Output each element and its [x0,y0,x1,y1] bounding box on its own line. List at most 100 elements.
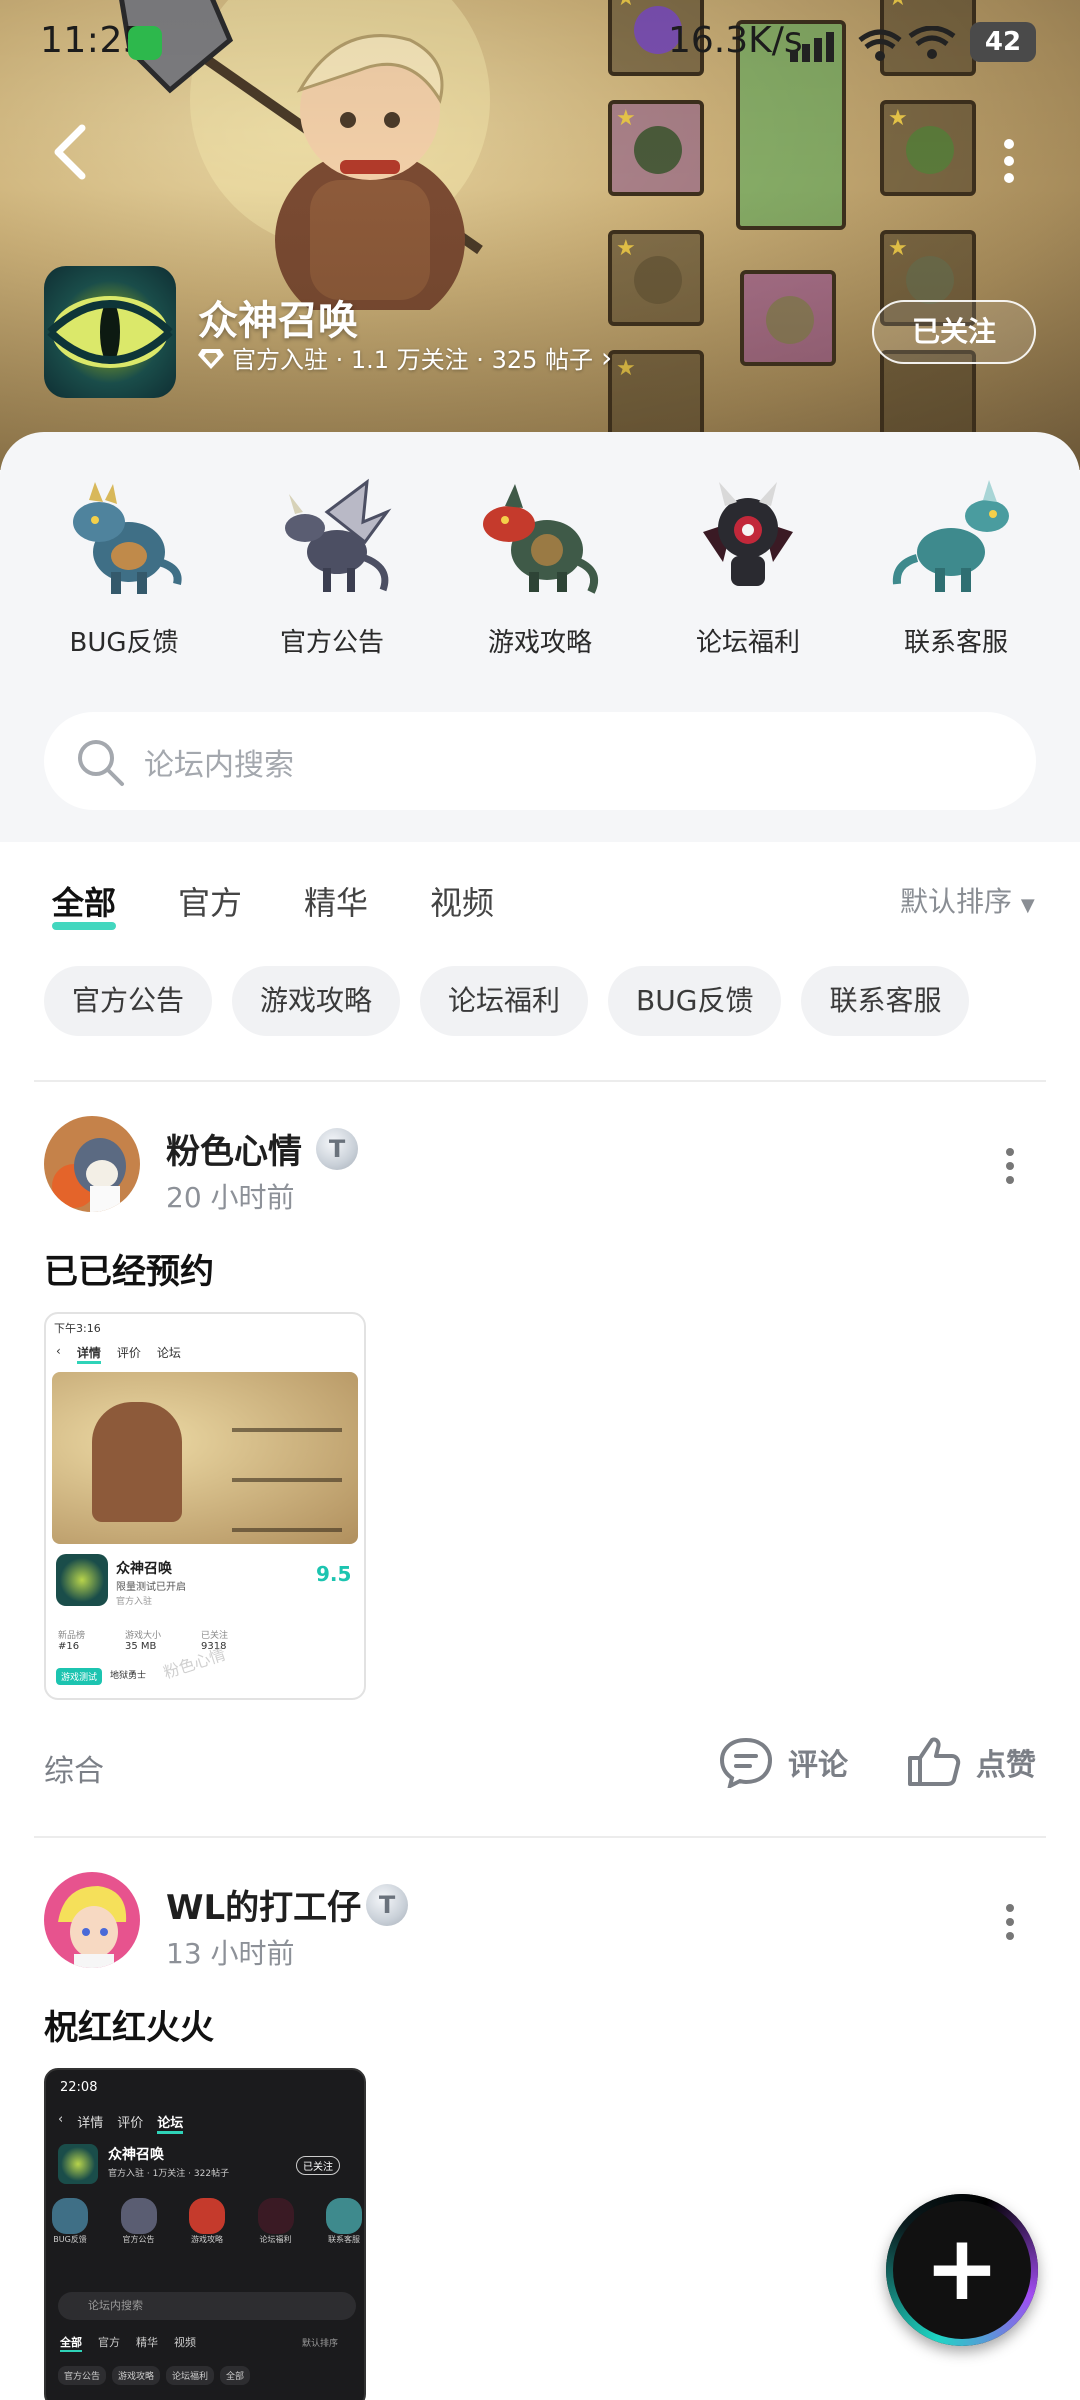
thumb-tab: 详情 [76,1344,101,1364]
category-label: 官方公告 [279,628,384,658]
post-time: 20 小时前 [166,1181,295,1214]
thumb-game-sub: 限量测试已开启 [116,1582,186,1593]
sort-label: 默认排序 [900,885,1013,918]
notification-app-icon [128,26,162,60]
thumb-hero-art [92,1402,182,1522]
dark-demon-icon [703,482,793,586]
thumb-cat: 游戏攻略 [189,2198,225,2245]
anime-avatar-icon [44,1872,140,1968]
topic-chip-row: 官方公告 游戏攻略 论坛福利 BUG反馈 联系客服 [44,966,970,1036]
post-more-icon[interactable] [1000,1146,1020,1186]
tab-featured[interactable]: 精华 [304,878,368,924]
thumb-status-time: 下午3:16 [54,1322,101,1335]
tab-video[interactable]: 视频 [430,878,494,924]
thumb-tabs: ‹ 详情 评价 论坛 [58,2112,184,2134]
thumb-filter-tab: 全部 [60,2334,82,2352]
category-label: BUG反馈 [69,628,179,658]
chevron-right-icon: › [601,341,613,374]
search-placeholder: 论坛内搜索 [144,748,294,783]
like-label: 点赞 [976,1748,1036,1783]
blue-dragon-icon [73,482,182,594]
thumb-filter-tab: 官方 [98,2336,120,2349]
chip-customer-service[interactable]: 联系客服 [801,966,970,1036]
thumb-tags: 游戏测试 地狱勇士 [56,1668,146,1685]
category-customer-service[interactable]: 联系客服 [866,472,1046,659]
thumb-banner [52,1372,358,1544]
post-title[interactable]: 已已经预约 [44,1244,214,1293]
thumb-chips: 官方公告 游戏攻略 论坛福利 全部 [58,2366,251,2385]
level-badge: T [366,1884,408,1926]
avatar[interactable] [44,1872,140,1968]
thumb-game-meta: 官方入驻 · 1万关注 · 322帖子 [108,2169,230,2179]
chip-forum-welfare[interactable]: 论坛福利 [420,966,589,1036]
thumb-game-icon [58,2144,98,2184]
thumb-tag: 游戏测试 [56,1668,103,1685]
thumb-cat-label: 论坛福利 [259,2235,292,2244]
category-forum-welfare[interactable]: 论坛福利 [658,472,838,659]
thumb-tab: 详情 [77,2116,104,2131]
follow-button[interactable]: 已关注 [872,300,1036,364]
sort-dropdown[interactable]: 默认排序 ▼ [900,880,1035,920]
post-category-tag[interactable]: 综合 [44,1746,104,1790]
thumb-search: 论坛内搜索 [58,2292,356,2320]
thumb-status-time: 22:08 [60,2080,98,2095]
thumb-cat: 联系客服 [326,2198,362,2245]
thumb-game-title: 众神召唤 [108,2147,164,2163]
post-author-name[interactable]: WL的打工仔 [166,1880,361,1929]
chip-official-notice[interactable]: 官方公告 [44,966,213,1036]
post-image-thumbnail[interactable]: 下午3:16 ‹ 详情 评价 论坛 众神召唤 限量测试已开启 官方入驻 9.5 … [44,1312,366,1700]
tab-label: 全部 [52,884,117,922]
comment-button[interactable]: 评论 [718,1736,848,1788]
post-more-icon[interactable] [1000,1902,1020,1942]
back-arrow-icon[interactable] [44,120,100,184]
category-game-guide[interactable]: 游戏攻略 [450,472,630,659]
chip-bug-feedback[interactable]: BUG反馈 [608,966,782,1036]
game-meta-text: 官方入驻 · 1.1 万关注 · 325 帖子 [232,346,594,374]
thumb-filter-tab: 视频 [174,2336,196,2349]
category-label: 游戏攻略 [487,628,592,658]
category-official-notice[interactable]: 官方公告 [242,472,422,659]
forum-search-bar[interactable]: 论坛内搜索 [44,712,1036,810]
thumb-stat-label: 新品榜 [58,1631,86,1641]
thumb-cat-label: 游戏攻略 [191,2235,223,2244]
forum-category-panel: BUG反馈 官方公告 游戏攻略 论坛福利 联系客服 论坛内搜索 [0,432,1080,842]
game-app-icon[interactable] [44,266,176,398]
red-head-dragon-icon [483,484,598,594]
thumb-tag: 地狱勇士 [110,1671,147,1681]
thumb-follow: 已关注 [296,2156,340,2175]
thumb-stat-value: 35 MB [125,1641,157,1652]
cat-avatar-icon [44,1116,140,1212]
plus-icon: + [924,2216,1000,2321]
like-button[interactable]: 点赞 [906,1736,1036,1788]
divider [34,1836,1046,1838]
create-post-fab[interactable]: + [886,2194,1038,2346]
active-tab-indicator [52,922,117,930]
game-title: 众神召唤 [198,298,358,344]
comment-label: 评论 [788,1748,848,1783]
thumb-cat-label: BUG反馈 [53,2235,87,2244]
caret-down-icon: ▼ [1020,895,1035,916]
thumb-back-icon: ‹ [58,2112,64,2127]
post-title[interactable]: 柷红红火火 [44,2000,214,2049]
chip-game-guide[interactable]: 游戏攻略 [232,966,401,1036]
tab-all[interactable]: 全部 [52,878,117,930]
thumb-search-placeholder: 论坛内搜索 [88,2299,143,2312]
teal-dragon-icon [892,480,1009,592]
more-options-icon[interactable] [994,136,1024,186]
thumb-tab: 评价 [117,2116,144,2131]
category-bug-feedback[interactable]: BUG反馈 [34,472,214,659]
post-image-thumbnail[interactable]: 22:08 ‹ 详情 评价 论坛 众神召唤 官方入驻 · 1万关注 · 322帖… [44,2068,366,2400]
post-author-name[interactable]: 粉色心情 [166,1124,302,1173]
level-badge: T [316,1128,358,1170]
thumb-stat: 新品榜 #16 [58,1628,85,1652]
network-speed: 16.3K/s [668,20,803,61]
thumb-cat-label: 官方公告 [122,2235,155,2244]
post-time: 13 小时前 [166,1937,295,1970]
category-label: 论坛福利 [695,628,800,658]
game-meta[interactable]: 官方入驻 · 1.1 万关注 · 325 帖子 › [198,340,612,375]
avatar[interactable] [44,1116,140,1212]
signal-wifi-icon [790,26,956,62]
tab-official[interactable]: 官方 [178,878,242,924]
thumb-chip: 官方公告 [58,2366,107,2385]
divider [34,1080,1046,1082]
